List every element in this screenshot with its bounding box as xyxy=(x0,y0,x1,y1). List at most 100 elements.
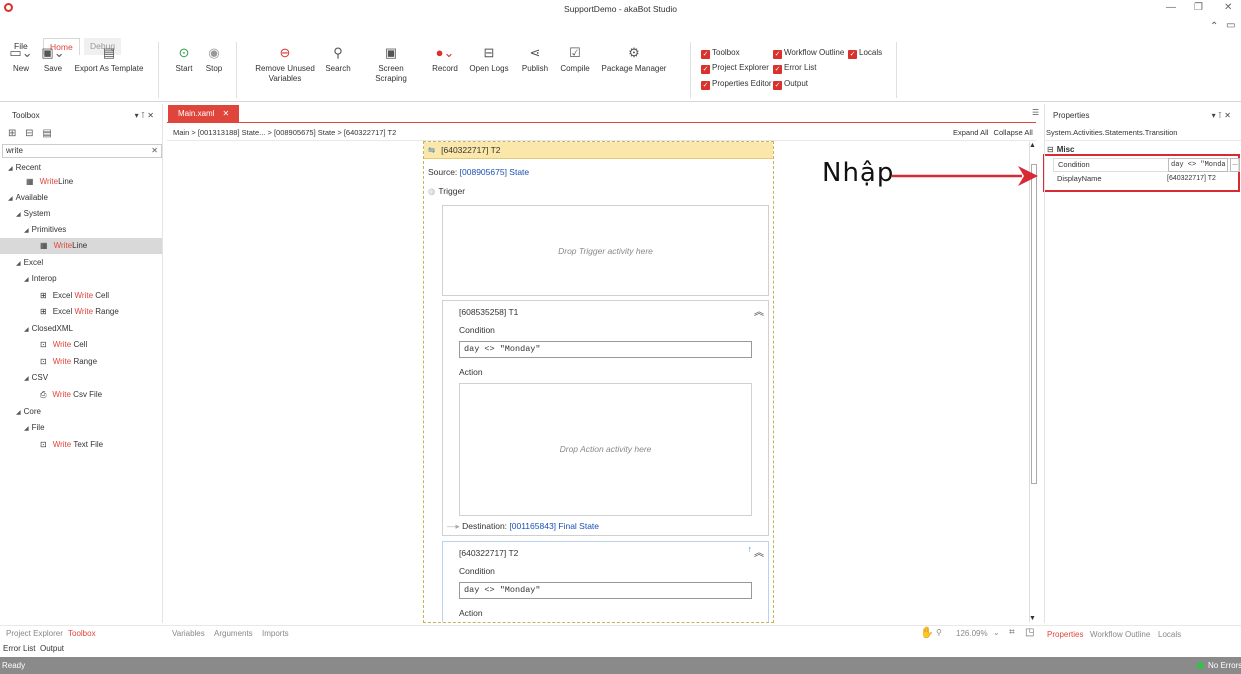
properties-editor-checkbox[interactable]: ✓ Properties Editor xyxy=(701,78,772,90)
toolbox-item-write-csv-file[interactable]: ⎙ Write Csv File xyxy=(0,386,162,403)
property-row-condition[interactable]: Condition day <> "Monda ... xyxy=(1053,158,1240,172)
tree-node-csv[interactable]: ◢ CSV xyxy=(0,370,162,386)
zoom-level[interactable]: 126.09% xyxy=(956,629,988,638)
project-explorer-checkbox[interactable]: ✓ Project Explorer xyxy=(701,62,769,74)
screen-scraping-button[interactable]: ▣ Screen Scraping xyxy=(362,44,420,84)
error-list-checkbox[interactable]: ✓ Error List xyxy=(773,62,816,74)
tab-toolbox[interactable]: Toolbox xyxy=(68,629,96,638)
property-row-displayname[interactable]: DisplayName [640322717] T2 xyxy=(1053,173,1239,187)
layout-icon[interactable]: ▭ xyxy=(1226,20,1235,31)
scroll-down-icon[interactable]: ▼ xyxy=(1029,615,1036,622)
destination-link[interactable]: [001165843] Final State xyxy=(509,521,599,531)
list-view-icon[interactable]: ▤ xyxy=(42,128,51,139)
transition-header[interactable]: ⇋ [640322717] T2 xyxy=(424,142,773,159)
tree-node-core[interactable]: ◢ Core xyxy=(0,403,162,420)
collapse-ribbon-icon[interactable]: ⌃ xyxy=(1210,21,1218,32)
new-button[interactable]: ▭⌄ New xyxy=(8,44,34,74)
ellipsis-button[interactable]: ... xyxy=(1230,158,1240,172)
toolbox-search-input[interactable]: write ✕ xyxy=(2,144,162,158)
expand-tree-icon[interactable]: ⊞ xyxy=(8,128,16,139)
tab-arguments[interactable]: Arguments xyxy=(214,629,253,638)
toolbox-checkbox[interactable]: ✓ Toolbox xyxy=(701,47,740,59)
breadcrumb-item[interactable]: Main xyxy=(173,128,189,137)
export-template-button[interactable]: ▤ Export As Template xyxy=(72,44,146,74)
collapse-all-link[interactable]: Collapse All xyxy=(994,128,1033,137)
error-count[interactable]: No Errors xyxy=(1208,657,1241,674)
zoom-dropdown-icon[interactable]: ⌄ xyxy=(993,628,1000,637)
search-button[interactable]: ⚲ Search xyxy=(324,44,352,74)
tab-project-explorer[interactable]: Project Explorer xyxy=(6,629,63,638)
compile-button[interactable]: ☑ Compile xyxy=(558,44,592,74)
tree-node-available[interactable]: ◢ Available xyxy=(0,190,162,206)
t1-action-drop-zone[interactable]: Drop Action activity here xyxy=(459,383,752,516)
toolbox-item-excel-write-range[interactable]: ⊞ Excel Write Range xyxy=(0,304,162,320)
open-logs-button[interactable]: ⊟ Open Logs xyxy=(468,44,510,74)
tree-node-closedxml[interactable]: ◢ ClosedXML xyxy=(0,320,162,337)
tab-properties[interactable]: Properties xyxy=(1047,630,1083,639)
tab-variables[interactable]: Variables xyxy=(172,629,205,638)
publish-button[interactable]: ⋖ Publish xyxy=(518,44,552,74)
toolbox-item-writeline-recent[interactable]: ▦ WriteLine xyxy=(0,174,162,190)
workflow-outline-checkbox[interactable]: ✓ Workflow Outline xyxy=(773,47,844,59)
misc-category[interactable]: ⊟ Misc xyxy=(1047,145,1075,154)
tab-main-xaml[interactable]: Main.xaml ✕ xyxy=(168,105,240,122)
output-checkbox[interactable]: ✓ Output xyxy=(773,78,808,90)
remove-unused-button[interactable]: ⊖ Remove Unused Variables xyxy=(252,44,318,84)
trigger-drop-zone[interactable]: Drop Trigger activity here xyxy=(442,205,769,296)
zoom-icon[interactable]: ⚲ xyxy=(936,628,942,637)
fit-screen-icon[interactable]: ⌗ xyxy=(1009,627,1015,638)
toolbox-item-write-text-file[interactable]: ⊡ Write Text File xyxy=(0,436,162,453)
collapse-up-icon[interactable]: ︽ xyxy=(754,303,764,318)
toolbox-item-excel-write-cell[interactable]: ⊞ Excel Write Cell xyxy=(0,287,162,304)
restore-icon[interactable]: ❐ xyxy=(1194,2,1203,13)
pane-options-icon[interactable]: ▾ ⊺ ✕ xyxy=(135,108,154,124)
expand-all-link[interactable]: Expand All xyxy=(953,128,988,137)
collapse-up-icon[interactable]: ︽ xyxy=(754,544,764,559)
breadcrumb-item[interactable]: [001313188] State... xyxy=(198,128,266,137)
tree-node-system[interactable]: ◢ System xyxy=(0,206,162,222)
tree-node-file[interactable]: ◢ File xyxy=(0,420,162,436)
tab-workflow-outline[interactable]: Workflow Outline xyxy=(1090,630,1150,639)
toolbox-item-write-range[interactable]: ⊡ Write Range xyxy=(0,353,162,370)
displayname-value[interactable]: [640322717] T2 xyxy=(1167,173,1216,185)
pane-options-icon[interactable]: ▾ ⊺ ✕ xyxy=(1212,108,1231,124)
tab-imports[interactable]: Imports xyxy=(262,629,289,638)
tab-list-icon[interactable]: ☰ xyxy=(1032,108,1039,117)
tree-node-interop[interactable]: ◢ Interop xyxy=(0,271,162,287)
stop-button[interactable]: ◉ Stop xyxy=(202,44,226,74)
collapse-tree-icon[interactable]: ⊟ xyxy=(25,128,33,139)
start-button[interactable]: ⊙ Start xyxy=(172,44,196,74)
record-button[interactable]: ●⌄ Record xyxy=(430,44,460,74)
hand-pan-icon[interactable]: ✋ xyxy=(920,626,934,639)
source-link[interactable]: [008905675] State xyxy=(460,167,529,177)
tree-node-recent[interactable]: ◢ Recent xyxy=(0,162,162,174)
arrow-up-icon[interactable]: ↑ xyxy=(748,544,753,554)
transition-t2[interactable]: [640322717] T2 ↑ ︽ Condition day <> "Mon… xyxy=(442,541,769,622)
clear-search-icon[interactable]: ✕ xyxy=(151,145,158,157)
scroll-thumb[interactable] xyxy=(1031,164,1037,484)
tab-locals[interactable]: Locals xyxy=(1158,630,1181,639)
tab-error-list[interactable]: Error List xyxy=(3,644,35,653)
scroll-up-icon[interactable]: ▲ xyxy=(1029,142,1036,149)
t2-condition-input[interactable]: day <> "Monday" xyxy=(459,582,752,599)
overview-icon[interactable]: ◳ xyxy=(1025,627,1034,638)
transition-t1[interactable]: [608535258] T1 ︽ Condition day <> "Monda… xyxy=(442,300,769,536)
breadcrumb-item[interactable]: [008905675] State xyxy=(274,128,335,137)
save-button[interactable]: ▣⌄ Save xyxy=(40,44,66,74)
toolbox-item-write-cell[interactable]: ⊡ Write Cell xyxy=(0,337,162,353)
breadcrumb-item[interactable]: [640322717] T2 xyxy=(344,128,396,137)
t1-condition-input[interactable]: day <> "Monday" xyxy=(459,341,752,358)
minimize-icon[interactable]: — xyxy=(1166,2,1176,13)
tree-node-excel[interactable]: ◢ Excel xyxy=(0,254,162,271)
expanded-triangle-icon: ◢ xyxy=(16,212,21,218)
package-manager-button[interactable]: ⚙ Package Manager xyxy=(600,44,668,74)
tree-node-primitives[interactable]: ◢ Primitives xyxy=(0,222,162,238)
close-tab-icon[interactable]: ✕ xyxy=(222,109,229,118)
vertical-scrollbar[interactable]: ▲ ▼ xyxy=(1029,142,1037,622)
transition-designer[interactable]: ⇋ [640322717] T2 Source: [008905675] Stat… xyxy=(423,141,774,623)
locals-checkbox[interactable]: ✓ Locals xyxy=(848,47,882,59)
tab-output[interactable]: Output xyxy=(40,644,64,653)
close-icon[interactable]: ✕ xyxy=(1224,2,1232,13)
condition-value-input[interactable]: day <> "Monda xyxy=(1168,158,1228,172)
toolbox-item-writeline[interactable]: ▦ WriteLine xyxy=(0,238,162,254)
